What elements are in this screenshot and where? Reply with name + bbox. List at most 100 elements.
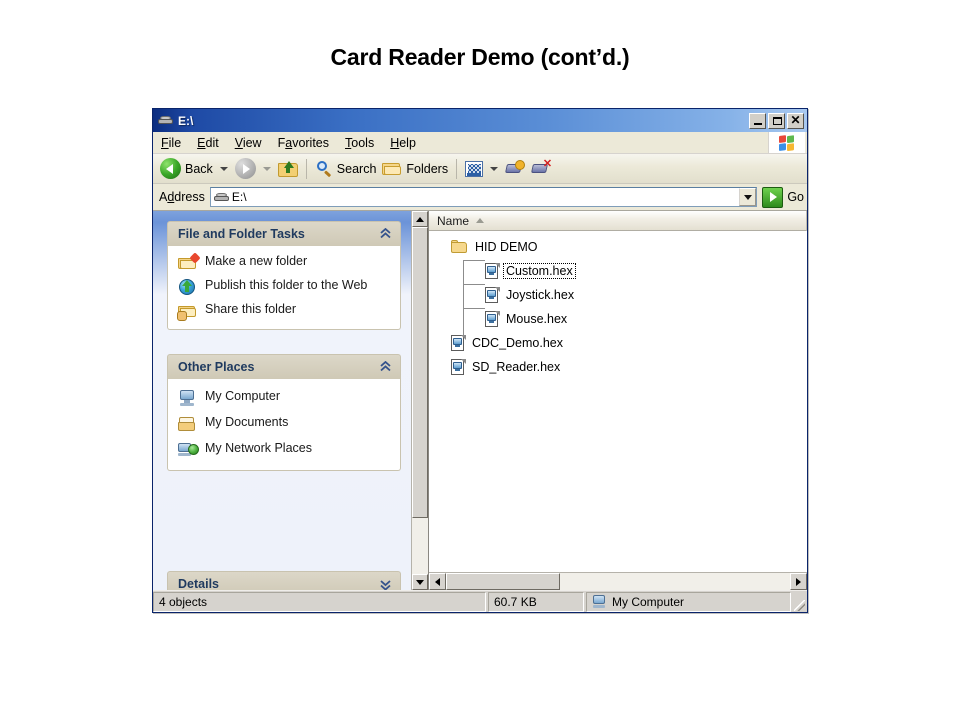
- task-group-title: Other Places: [178, 360, 255, 374]
- close-button[interactable]: ✕: [787, 112, 804, 129]
- menu-item-view[interactable]: View: [227, 134, 270, 152]
- task-group-header[interactable]: File and Folder Tasks: [167, 221, 401, 246]
- scroll-right-button[interactable]: [790, 573, 807, 590]
- list-item-label: Custom.hex: [503, 263, 576, 279]
- publish-web-icon: [178, 278, 198, 296]
- search-icon: [315, 160, 333, 178]
- double-chevron-down-icon[interactable]: [378, 578, 392, 590]
- task-item-my-network-places[interactable]: My Network Places: [178, 441, 392, 459]
- task-group-header[interactable]: Details: [167, 571, 401, 590]
- list-item[interactable]: SD_Reader.hex: [451, 355, 807, 379]
- list-item[interactable]: Mouse.hex: [485, 307, 807, 331]
- disconnect-network-drive-button[interactable]: ✕: [528, 157, 554, 181]
- list-item-label: SD_Reader.hex: [472, 360, 561, 374]
- menu-item-favorites[interactable]: Favorites: [270, 134, 337, 152]
- up-one-level-button[interactable]: [275, 157, 301, 181]
- scroll-left-button[interactable]: [429, 573, 446, 590]
- menu-item-help[interactable]: Help: [382, 134, 424, 152]
- task-group-other-places: Other Places My Computer My Documents My…: [167, 354, 401, 471]
- task-pane-scrollbar[interactable]: [411, 211, 428, 590]
- folders-button[interactable]: Folders: [379, 157, 451, 181]
- list-item[interactable]: Custom.hex: [485, 259, 807, 283]
- task-group-title: File and Folder Tasks: [178, 227, 305, 241]
- folders-label: Folders: [406, 161, 449, 176]
- slide-canvas: Card Reader Demo (cont’d.) E:\ ✕ File Ed…: [0, 0, 960, 720]
- disconnect-drive-icon: ✕: [531, 158, 552, 178]
- drive-icon: [157, 113, 175, 129]
- map-drive-icon: [505, 159, 526, 178]
- menu-item-tools[interactable]: Tools: [337, 134, 382, 152]
- task-group-title: Details: [178, 577, 219, 590]
- chevron-down-icon: [743, 194, 752, 200]
- forward-history-dropdown-icon[interactable]: [262, 166, 271, 171]
- scrollbar-thumb[interactable]: [446, 573, 560, 590]
- status-size: 60.7 KB: [488, 592, 584, 612]
- resize-grip[interactable]: [793, 592, 807, 612]
- triangle-right-icon: [796, 577, 801, 586]
- my-network-places-icon: [178, 441, 199, 459]
- toolbar-separator-2: [456, 158, 458, 179]
- column-header-name[interactable]: Name: [429, 210, 807, 231]
- task-item-publish-to-web[interactable]: Publish this folder to the Web: [178, 278, 392, 296]
- file-list[interactable]: HID DEMO Custom.hex Joystick.hex Mouse.h…: [429, 231, 807, 572]
- toolbar: Back Search Folders ✕: [153, 154, 807, 184]
- back-history-dropdown-icon[interactable]: [219, 166, 228, 171]
- task-item-share-this-folder[interactable]: Share this folder: [177, 302, 392, 321]
- views-dropdown-icon[interactable]: [490, 166, 499, 171]
- my-computer-icon: [592, 595, 607, 609]
- double-chevron-up-icon[interactable]: [378, 361, 392, 373]
- scroll-down-button[interactable]: [412, 574, 428, 590]
- task-pane: File and Folder Tasks Make a new folder …: [153, 211, 411, 590]
- column-header-row: Name: [429, 210, 807, 231]
- task-item-my-computer[interactable]: My Computer: [178, 389, 392, 407]
- list-item[interactable]: HID DEMO: [451, 235, 807, 259]
- search-button[interactable]: Search: [312, 157, 380, 181]
- menu-label-view: iew: [242, 135, 262, 150]
- scrollbar-thumb[interactable]: [412, 227, 428, 519]
- task-item-label: Make a new folder: [205, 254, 308, 268]
- minimize-button[interactable]: [749, 112, 766, 129]
- list-item[interactable]: CDC_Demo.hex: [451, 331, 807, 355]
- menu-item-file[interactable]: File: [153, 134, 189, 152]
- triangle-up-icon: [416, 216, 424, 222]
- triangle-left-icon: [435, 577, 440, 586]
- maximize-button[interactable]: [768, 112, 785, 129]
- hex-file-icon: [451, 358, 466, 376]
- task-group-header[interactable]: Other Places: [167, 354, 401, 379]
- go-arrow-icon: [762, 186, 784, 208]
- address-dropdown-button[interactable]: [739, 188, 757, 206]
- menu-label-file: ile: [168, 135, 182, 150]
- page-title: Card Reader Demo (cont’d.): [330, 44, 630, 70]
- toolbar-separator: [305, 158, 307, 179]
- views-button[interactable]: [462, 157, 486, 181]
- forward-button[interactable]: [232, 157, 259, 181]
- scroll-up-button[interactable]: [412, 211, 428, 227]
- menu-label-edit: dit: [205, 135, 219, 150]
- double-chevron-up-icon[interactable]: [378, 228, 392, 240]
- scrollbar-track[interactable]: [446, 573, 790, 590]
- address-input[interactable]: E:\: [209, 187, 758, 207]
- column-header-label: Name: [437, 213, 470, 228]
- go-button[interactable]: Go: [762, 186, 804, 208]
- status-location: My Computer: [586, 592, 791, 612]
- task-item-label: My Documents: [205, 415, 289, 429]
- task-item-make-new-folder[interactable]: Make a new folder: [178, 252, 392, 272]
- menu-item-edit[interactable]: Edit: [189, 134, 227, 152]
- map-network-drive-button[interactable]: [502, 157, 528, 181]
- menu-label-favorites: vorites: [292, 135, 330, 150]
- file-list-horizontal-scrollbar[interactable]: [429, 572, 807, 590]
- back-button[interactable]: Back: [157, 157, 216, 181]
- list-item-label: Joystick.hex: [506, 288, 575, 302]
- go-label: Go: [787, 190, 804, 204]
- window-titlebar[interactable]: E:\ ✕: [153, 109, 807, 132]
- address-bar: Address E:\ Go: [153, 184, 807, 211]
- scrollbar-track[interactable]: [412, 227, 428, 574]
- status-object-count: 4 objects: [153, 592, 486, 612]
- my-computer-icon: [178, 389, 198, 407]
- list-item[interactable]: Joystick.hex: [485, 283, 807, 307]
- task-item-my-documents[interactable]: My Documents: [178, 415, 392, 433]
- status-location-label: My Computer: [612, 595, 685, 609]
- list-item-label: CDC_Demo.hex: [472, 336, 564, 350]
- folder-icon: [451, 239, 469, 255]
- back-label: Back: [185, 161, 213, 176]
